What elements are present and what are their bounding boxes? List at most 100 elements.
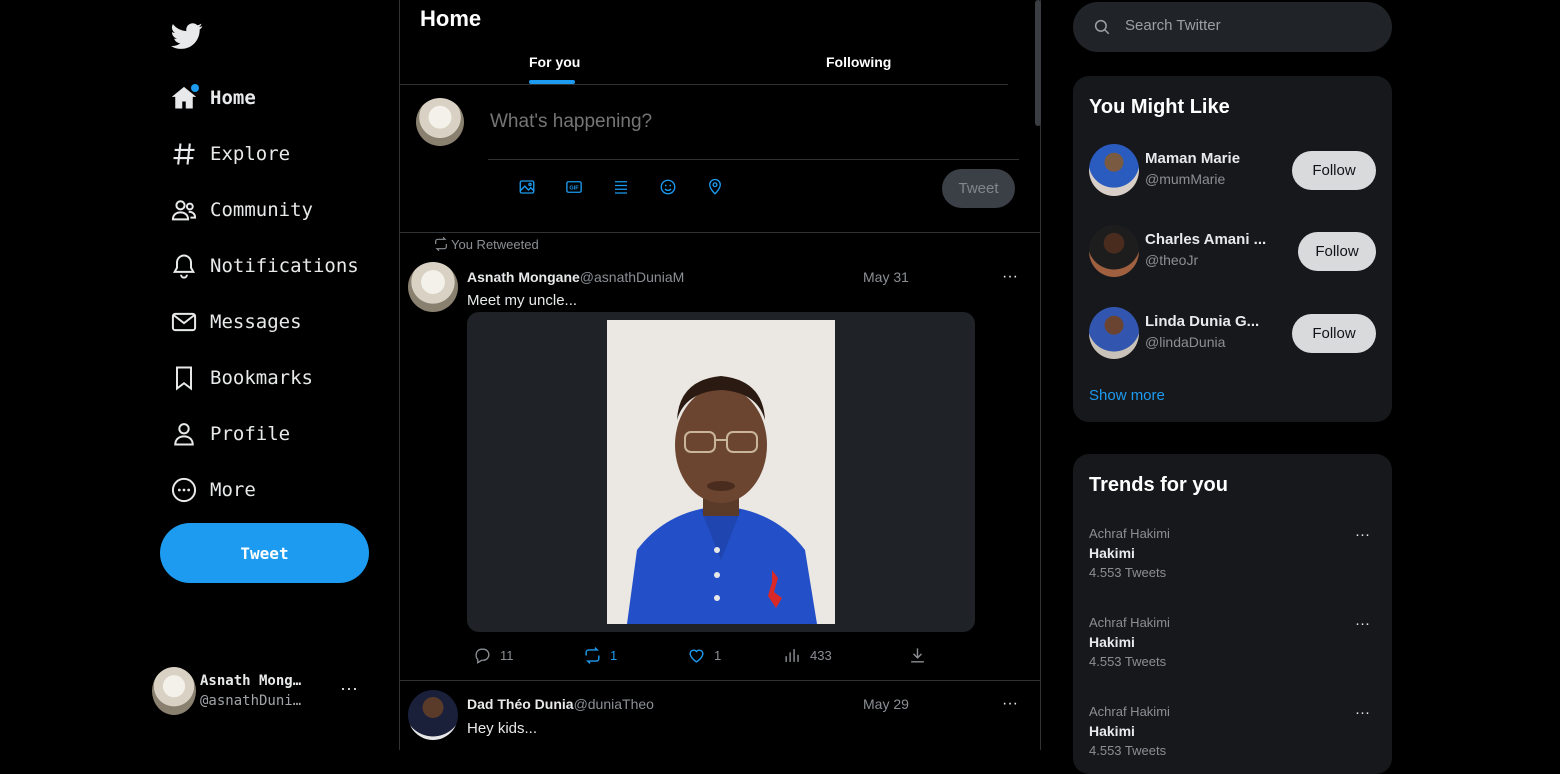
tweet-composer: GIF Tweet [400,86,1040,233]
account-switcher[interactable]: Asnath Mong… @asnathDuni… ··· [152,666,372,716]
image-icon[interactable] [518,178,538,198]
trend-more-icon[interactable]: ··· [1355,526,1370,543]
retweet-icon [585,647,600,664]
follow-button[interactable]: Follow [1298,232,1376,271]
trend-item[interactable]: Achraf Hakimi Hakimi 4.553 Tweets ··· [1089,526,1377,586]
composer-avatar [416,98,464,146]
sidebar-tweet-button[interactable]: Tweet [160,523,369,583]
compose-input[interactable] [488,110,1018,134]
follow-button[interactable]: Follow [1292,151,1376,190]
nav-messages[interactable]: Messages [170,294,359,350]
tweet-author-name[interactable]: Asnath Mongane [467,269,580,285]
nav-bookmarks-label: Bookmarks [210,367,313,389]
suggestion-avatar [1089,225,1139,277]
who-to-follow-card: You Might Like Maman Marie @mumMarie Fol… [1073,76,1392,422]
tab-for-you[interactable]: For you [529,54,580,70]
trend-item[interactable]: Achraf Hakimi Hakimi 4.553 Tweets ··· [1089,615,1377,675]
suggestion-item[interactable]: Linda Dunia G... @lindaDunia Follow [1089,307,1377,361]
envelope-icon [170,308,198,336]
trend-more-icon[interactable]: ··· [1355,704,1370,721]
gif-icon[interactable]: GIF [565,178,585,198]
nav-notifications-label: Notifications [210,255,359,277]
reply-count: 11 [500,648,514,663]
tweet-author-avatar[interactable] [408,262,458,312]
user-icon [170,420,198,448]
search-input[interactable] [1123,16,1373,35]
share-button[interactable] [908,646,935,665]
nav-profile-label: Profile [210,423,291,445]
like-count: 1 [714,648,722,663]
retweet-context: You Retweeted [433,236,539,252]
suggestion-item[interactable]: Maman Marie @mumMarie Follow [1089,144,1377,198]
poll-icon[interactable] [612,178,632,198]
nav-bookmarks[interactable]: Bookmarks [170,350,359,406]
left-sidebar: Home Explore Community Notifications Mes… [0,0,400,750]
account-more-icon[interactable]: ··· [340,678,358,699]
timeline-scrollbar[interactable] [1035,0,1041,126]
tweet-date[interactable]: May 31 [863,269,909,285]
reply-icon [475,648,490,664]
nav-profile[interactable]: Profile [170,406,359,462]
trend-context: Achraf Hakimi [1089,615,1170,630]
nav-notifications[interactable]: Notifications [170,238,359,294]
account-name: Asnath Mong… [200,673,302,689]
emoji-icon[interactable] [659,178,679,198]
nav-community[interactable]: Community [170,182,359,238]
compose-tweet-button[interactable]: Tweet [942,169,1015,208]
main-timeline: Home For you Following GIF Tweet [400,0,1041,750]
timeline-tabs: For you Following [400,44,1008,85]
tweet-actions: 11 1 1 433 [473,646,935,665]
tweet-author-avatar[interactable] [408,690,458,740]
nav-explore[interactable]: Explore [170,126,359,182]
bell-icon [170,252,198,280]
views-count: 433 [810,648,832,663]
suggestion-handle: @lindaDunia [1145,334,1226,350]
download-icon [911,648,924,663]
location-icon[interactable] [706,178,726,198]
reply-button[interactable]: 11 [473,646,583,665]
account-handle: @asnathDuni… [200,693,302,709]
trend-name: Hakimi [1089,634,1135,650]
tweet-more-icon[interactable]: ··· [1002,695,1018,713]
tweet-author-handle[interactable]: @duniaTheo [574,696,654,712]
tweet-photo [607,320,835,624]
suggestion-name: Maman Marie [1145,150,1241,167]
tweet-text: Meet my uncle... [467,292,578,309]
retweet-button[interactable]: 1 [583,646,687,665]
trend-item[interactable]: Achraf Hakimi Hakimi 4.553 Tweets ··· [1089,704,1377,764]
trends-title: Trends for you [1089,474,1228,496]
nav-messages-label: Messages [210,311,302,333]
trend-count: 4.553 Tweets [1089,565,1167,580]
nav-explore-label: Explore [210,143,291,165]
show-more-link[interactable]: Show more [1089,387,1165,404]
like-button[interactable]: 1 [687,646,783,665]
trend-name: Hakimi [1089,723,1135,739]
suggestion-avatar [1089,307,1139,359]
nav-home[interactable]: Home [170,70,359,126]
views-icon [785,649,799,662]
trend-more-icon[interactable]: ··· [1355,615,1370,632]
suggestion-name: Charles Amani ... [1145,231,1267,248]
tweet-author-name[interactable]: Dad Théo Dunia [467,696,574,712]
trends-card: Trends for you Achraf Hakimi Hakimi 4.55… [1073,454,1392,774]
search-box[interactable] [1073,2,1392,52]
nav-community-label: Community [210,199,313,221]
nav-home-label: Home [210,87,256,109]
primary-nav: Home Explore Community Notifications Mes… [170,70,359,518]
tweet-more-icon[interactable]: ··· [1002,268,1018,286]
search-icon [1094,19,1110,35]
hashtag-icon [170,140,198,168]
suggestion-item[interactable]: Charles Amani ... @theoJr Follow [1089,225,1377,279]
follow-button[interactable]: Follow [1292,314,1376,353]
nav-more[interactable]: More [170,462,359,518]
tweet-media[interactable] [467,312,975,632]
tab-following[interactable]: Following [826,54,891,70]
account-avatar [152,667,196,715]
unread-dot [191,84,199,92]
svg-text:GIF: GIF [569,186,579,192]
twitter-bird-icon[interactable] [170,20,204,52]
tweet-date[interactable]: May 29 [863,696,909,712]
views-button[interactable]: 433 [783,646,908,665]
tweet-author-handle[interactable]: @asnathDuniaM [580,269,685,285]
active-tab-indicator [529,80,575,84]
